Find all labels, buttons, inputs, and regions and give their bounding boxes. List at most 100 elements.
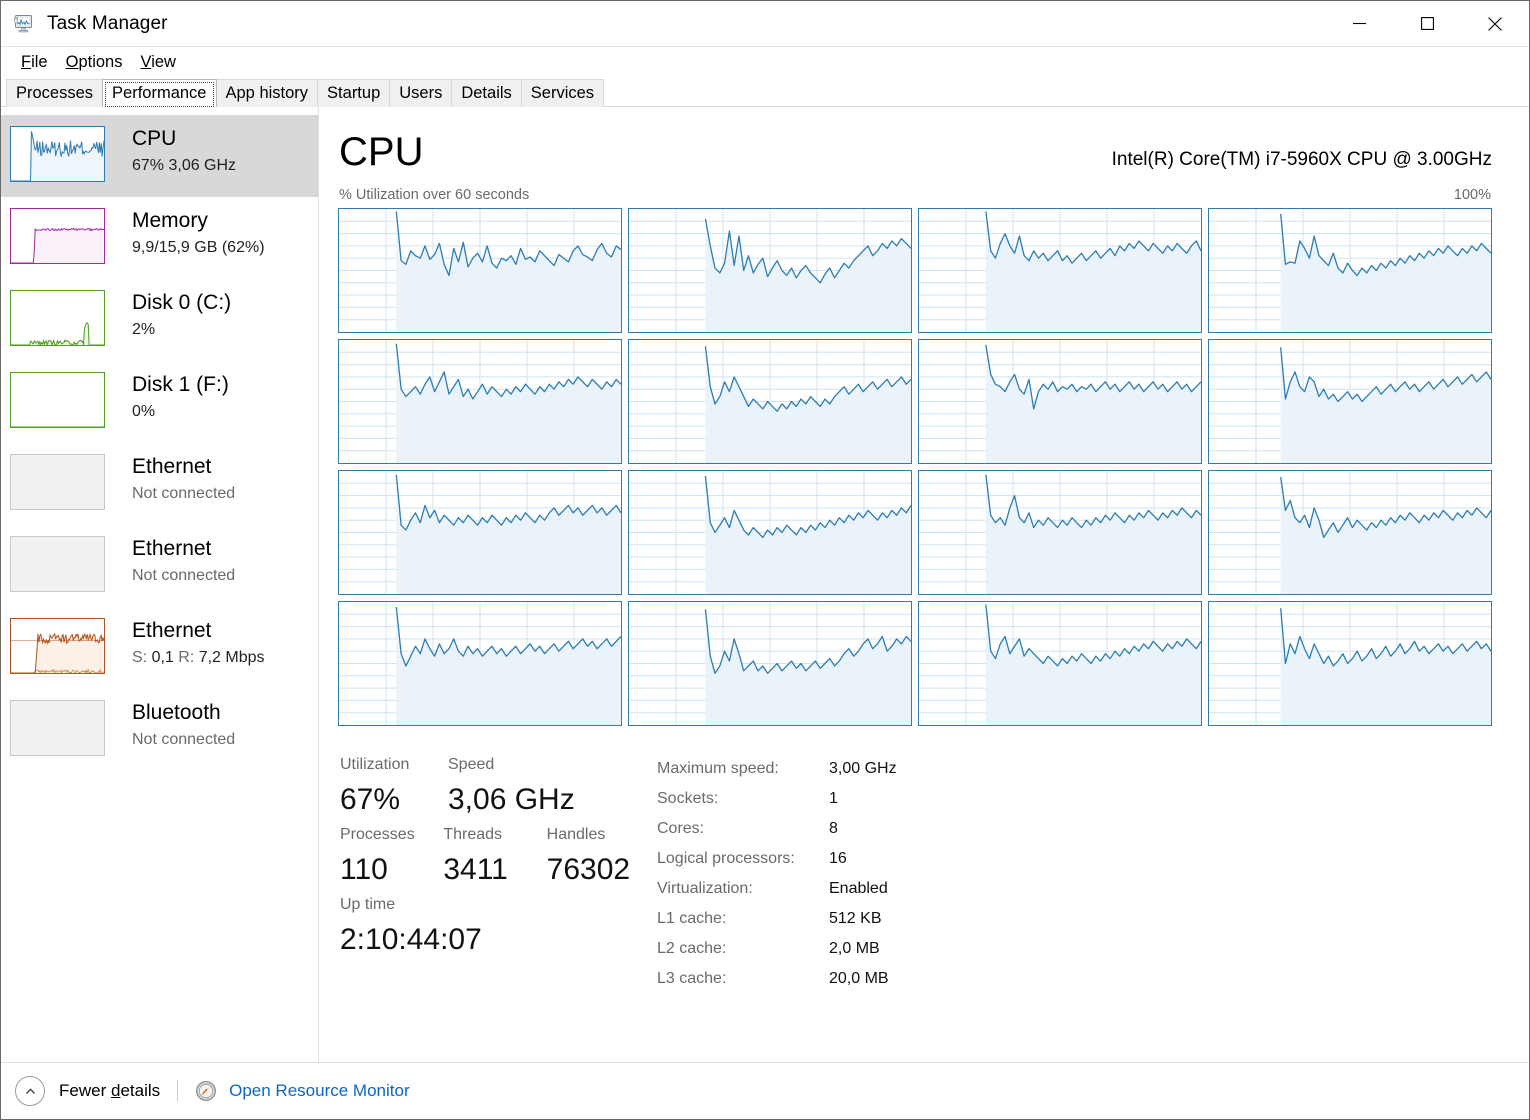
close-button[interactable] xyxy=(1461,1,1529,47)
utilization-value: 67% xyxy=(340,783,401,816)
open-resource-monitor-link[interactable]: Open Resource Monitor xyxy=(229,1081,409,1101)
spec-key: Cores: xyxy=(657,820,705,837)
maximize-button[interactable] xyxy=(1393,1,1461,47)
sidebar-item-text: Disk 1 (F:) 0% xyxy=(132,370,229,424)
spec-key: L1 cache: xyxy=(657,910,727,927)
spec-key: Virtualization: xyxy=(657,880,753,897)
stats-row-1: Utilization 67% Speed 3,06 GHz xyxy=(340,752,650,822)
title-bar: Task Manager xyxy=(1,1,1529,47)
sidebar-item-ethernet-5[interactable]: Ethernet Not connected xyxy=(1,525,318,607)
spec-row: Maximum speed: 3,00 GHz xyxy=(657,754,897,784)
cpu-graph-14 xyxy=(918,601,1202,726)
sidebar-item-label: Ethernet xyxy=(132,455,212,478)
tab-label: Performance xyxy=(112,84,207,102)
cpu-graph-2 xyxy=(918,208,1202,333)
cpu-graph-11 xyxy=(1208,470,1492,595)
tab-users[interactable]: Users xyxy=(389,79,453,107)
menu-options[interactable]: Options xyxy=(57,51,132,75)
threads-block: Threads 3411 xyxy=(443,822,546,892)
tab-app-history[interactable]: App history xyxy=(215,79,319,107)
tab-label: Users xyxy=(399,84,443,102)
sidebar-item-label: Disk 0 (C:) xyxy=(132,291,232,314)
cpu-graph-4 xyxy=(338,339,622,464)
spec-value: 8 xyxy=(829,820,838,837)
menu-file[interactable]: File xyxy=(12,51,57,75)
sidebar-item-text: Ethernet Not connected xyxy=(132,452,235,506)
tab-startup[interactable]: Startup xyxy=(317,79,391,107)
cpu-graph-1 xyxy=(628,208,912,333)
processes-label: Processes xyxy=(340,826,415,843)
sidebar-item-label: Ethernet xyxy=(132,619,212,642)
cpu-graph-15 xyxy=(1208,601,1492,726)
spec-row: L2 cache: 2,0 MB xyxy=(657,934,897,964)
tab-performance[interactable]: Performance xyxy=(102,79,217,107)
uptime-block: Up time 2:10:44:07 xyxy=(340,892,482,962)
sidebar-thumbnail-cpu xyxy=(10,126,105,182)
tab-processes[interactable]: Processes xyxy=(6,79,104,107)
sidebar-thumbnail-empty xyxy=(10,700,105,756)
menu-view[interactable]: View xyxy=(131,51,184,75)
sidebar-item-detail: Not connected xyxy=(132,485,236,502)
chevron-up-icon[interactable] xyxy=(15,1076,45,1106)
logical-processor-grid xyxy=(338,208,1492,726)
graph-caption-text: % Utilization over 60 seconds xyxy=(339,187,530,203)
resource-monitor-icon xyxy=(195,1080,217,1102)
spec-key: Logical processors: xyxy=(657,850,795,867)
sidebar-item-ethernet-4[interactable]: Ethernet Not connected xyxy=(1,443,318,525)
spec-key: L2 cache: xyxy=(657,940,727,957)
stats-row-2: Processes 110 Threads 3411 Handles 76302 xyxy=(340,822,650,892)
sidebar-item-disk-0-c-2[interactable]: Disk 0 (C:) 2% xyxy=(1,279,318,361)
spec-value: 20,0 MB xyxy=(829,970,889,987)
tab-strip: Processes Performance App history Startu… xyxy=(1,78,1529,107)
status-bar: Fewer details Open Resource Monitor xyxy=(1,1062,1529,1119)
tab-details[interactable]: Details xyxy=(451,79,522,107)
cpu-graph-7 xyxy=(1208,339,1492,464)
sidebar-item-bluetooth-7[interactable]: Bluetooth Not connected xyxy=(1,689,318,771)
content-area: CPU 67% 3,06 GHz Memory 9,9/15,9 GB (62%) … xyxy=(1,107,1529,1062)
spec-value: 1 xyxy=(829,790,838,807)
sidebar-item-ethernet-6[interactable]: Ethernet S: 0,1 R: 7,2 Mbps xyxy=(1,607,318,689)
threads-value: 3411 xyxy=(443,853,508,886)
stats-left-column: Utilization 67% Speed 3,06 GHz Processes… xyxy=(340,752,650,994)
sidebar-item-detail: 67% 3,06 GHz xyxy=(132,157,237,174)
cpu-graph-0 xyxy=(338,208,622,333)
panel-header: CPU Intel(R) Core(TM) i7-5960X CPU @ 3.0… xyxy=(338,129,1492,175)
window-controls xyxy=(1325,1,1529,47)
stats-row-3: Up time 2:10:44:07 xyxy=(340,892,650,962)
spec-row: L3 cache: 20,0 MB xyxy=(657,964,897,994)
sidebar-item-disk-1-f-3[interactable]: Disk 1 (F:) 0% xyxy=(1,361,318,443)
spec-row: Logical processors: 16 xyxy=(657,844,897,874)
tab-services[interactable]: Services xyxy=(520,79,605,107)
sidebar-item-detail: Not connected xyxy=(132,731,236,748)
sidebar-item-detail: S: 0,1 R: 7,2 Mbps xyxy=(132,649,265,666)
uptime-label: Up time xyxy=(340,896,396,913)
sidebar-item-text: Bluetooth Not connected xyxy=(132,698,235,752)
processes-block: Processes 110 xyxy=(340,822,443,892)
spec-value: 16 xyxy=(829,850,847,867)
sidebar-item-text: Ethernet S: 0,1 R: 7,2 Mbps xyxy=(132,616,265,670)
sidebar-item-detail: Not connected xyxy=(132,567,236,584)
spec-row: Cores: 8 xyxy=(657,814,897,844)
cpu-graph-8 xyxy=(338,470,622,595)
handles-label: Handles xyxy=(546,826,606,843)
sidebar-thumbnail-disk1 xyxy=(10,372,105,428)
menu-bar: File Options View xyxy=(1,47,1529,78)
sidebar-item-label: Ethernet xyxy=(132,537,212,560)
cpu-graph-9 xyxy=(628,470,912,595)
sidebar-item-label: CPU xyxy=(132,127,177,150)
sidebar-item-memory-1[interactable]: Memory 9,9/15,9 GB (62%) xyxy=(1,197,318,279)
tab-label: App history xyxy=(225,84,309,102)
spec-value: 2,0 MB xyxy=(829,940,880,957)
sidebar-item-text: Memory 9,9/15,9 GB (62%) xyxy=(132,206,265,260)
sidebar-item-text: Disk 0 (C:) 2% xyxy=(132,288,231,342)
sidebar-item-label: Disk 1 (F:) xyxy=(132,373,229,396)
minimize-button[interactable] xyxy=(1325,1,1393,47)
sidebar-item-text: Ethernet Not connected xyxy=(132,534,235,588)
speed-label: Speed xyxy=(448,756,495,773)
sidebar-item-detail: 2% xyxy=(132,321,156,338)
fewer-details-button[interactable]: Fewer details xyxy=(59,1081,160,1101)
cpu-graph-5 xyxy=(628,339,912,464)
cpu-graph-13 xyxy=(628,601,912,726)
sidebar-item-cpu-0[interactable]: CPU 67% 3,06 GHz xyxy=(1,115,318,197)
threads-label: Threads xyxy=(443,826,503,843)
